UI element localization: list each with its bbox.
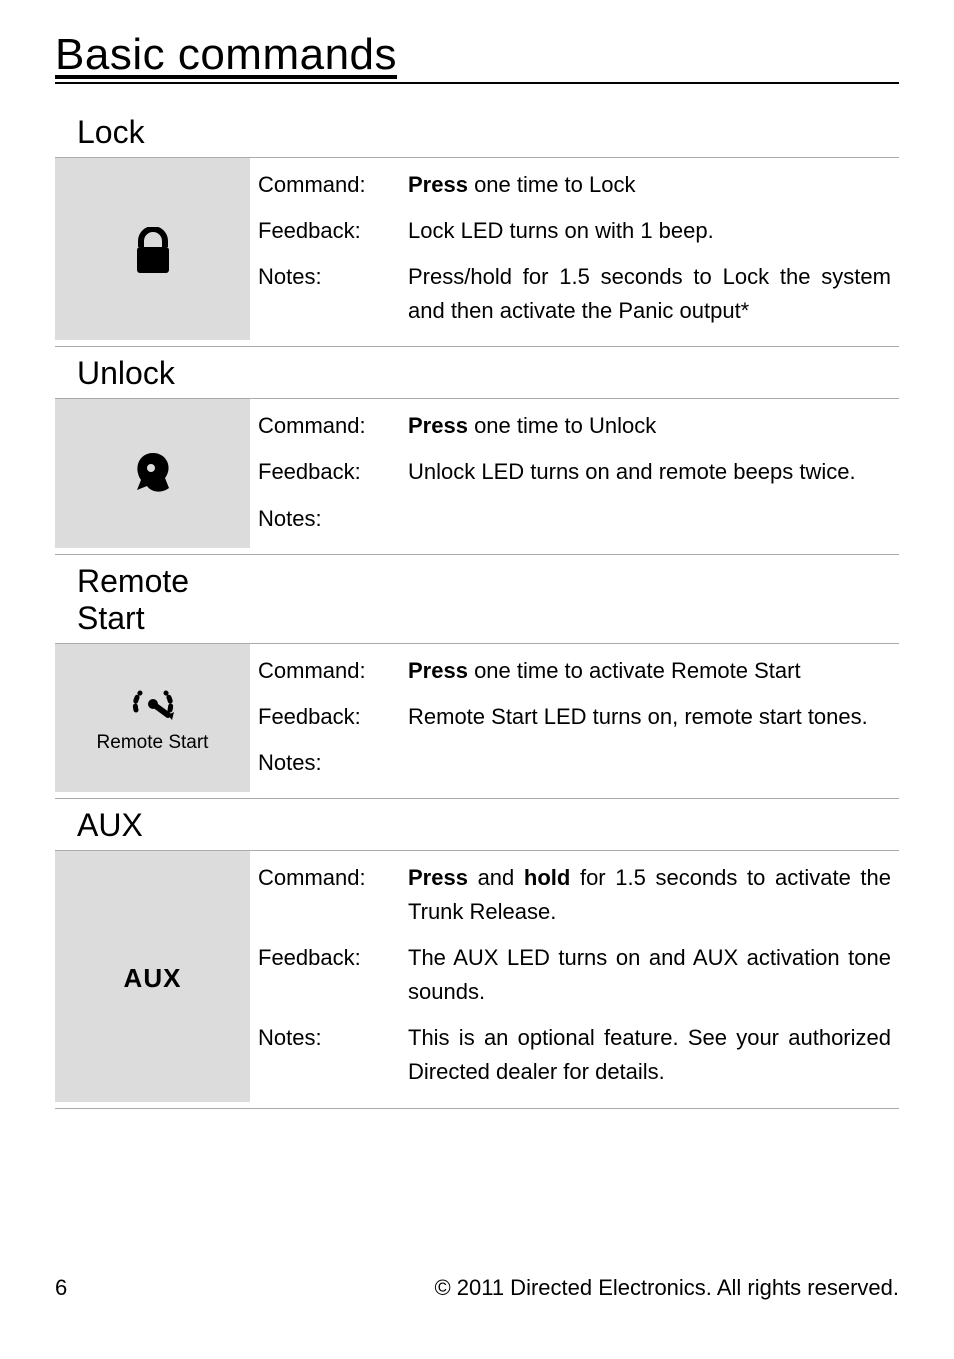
aux-table: AUX Command: Press and hold for 1.5 seco… bbox=[55, 851, 899, 1102]
command-label: Command: bbox=[250, 158, 400, 208]
notes-label: Notes: bbox=[250, 740, 400, 792]
lock-command-text: Press one time to Lock bbox=[400, 158, 899, 208]
notes-label: Notes: bbox=[250, 496, 400, 548]
lock-feedback-text: Lock LED turns on with 1 beep. bbox=[400, 208, 899, 254]
lock-icon bbox=[63, 227, 242, 275]
lock-table: Command: Press one time to Lock Feedback… bbox=[55, 158, 899, 340]
divider bbox=[55, 1108, 899, 1109]
unlock-notes-text bbox=[400, 496, 899, 548]
remote-start-table: Remote Start Command: Press one time to … bbox=[55, 644, 899, 792]
feedback-label: Feedback: bbox=[250, 694, 400, 740]
page-title: Basic commands bbox=[55, 30, 899, 84]
remote-start-caption: Remote Start bbox=[97, 728, 209, 757]
feedback-label: Feedback: bbox=[250, 449, 400, 495]
section-heading-unlock: Unlock bbox=[77, 355, 899, 392]
section-heading-remote-start: Remote Start bbox=[77, 563, 237, 637]
feedback-label: Feedback: bbox=[250, 935, 400, 1015]
command-label: Command: bbox=[250, 644, 400, 694]
section-heading-lock: Lock bbox=[77, 114, 899, 151]
page-footer: 6 © 2011 Directed Electronics. All right… bbox=[55, 1275, 899, 1301]
unlock-command-text: Press one time to Unlock bbox=[400, 399, 899, 449]
command-label: Command: bbox=[250, 851, 400, 935]
unlock-feedback-text: Unlock LED turns on and remote beeps twi… bbox=[400, 449, 899, 495]
aux-feedback-text: The AUX LED turns on and AUX activation … bbox=[400, 935, 899, 1015]
divider bbox=[55, 346, 899, 347]
remote-start-command-text: Press one time to activate Remote Start bbox=[400, 644, 899, 694]
unlock-icon bbox=[63, 450, 242, 502]
remote-start-icon: Remote Start bbox=[63, 682, 242, 757]
aux-command-text: Press and hold for 1.5 seconds to activa… bbox=[400, 851, 899, 935]
unlock-table: Command: Press one time to Unlock Feedba… bbox=[55, 399, 899, 547]
notes-label: Notes: bbox=[250, 1015, 400, 1101]
page-number: 6 bbox=[55, 1275, 67, 1301]
aux-notes-text: This is an optional feature. See your au… bbox=[400, 1015, 899, 1101]
copyright-text: © 2011 Directed Electronics. All rights … bbox=[434, 1275, 899, 1301]
divider bbox=[55, 554, 899, 555]
divider bbox=[55, 798, 899, 799]
remote-start-feedback-text: Remote Start LED turns on, remote start … bbox=[400, 694, 899, 740]
section-heading-aux: AUX bbox=[77, 807, 899, 844]
notes-label: Notes: bbox=[250, 254, 400, 340]
lock-notes-text: Press/hold for 1.5 seconds to Lock the s… bbox=[400, 254, 899, 340]
feedback-label: Feedback: bbox=[250, 208, 400, 254]
command-label: Command: bbox=[250, 399, 400, 449]
aux-icon: AUX bbox=[63, 958, 242, 998]
remote-start-notes-text bbox=[400, 740, 899, 792]
